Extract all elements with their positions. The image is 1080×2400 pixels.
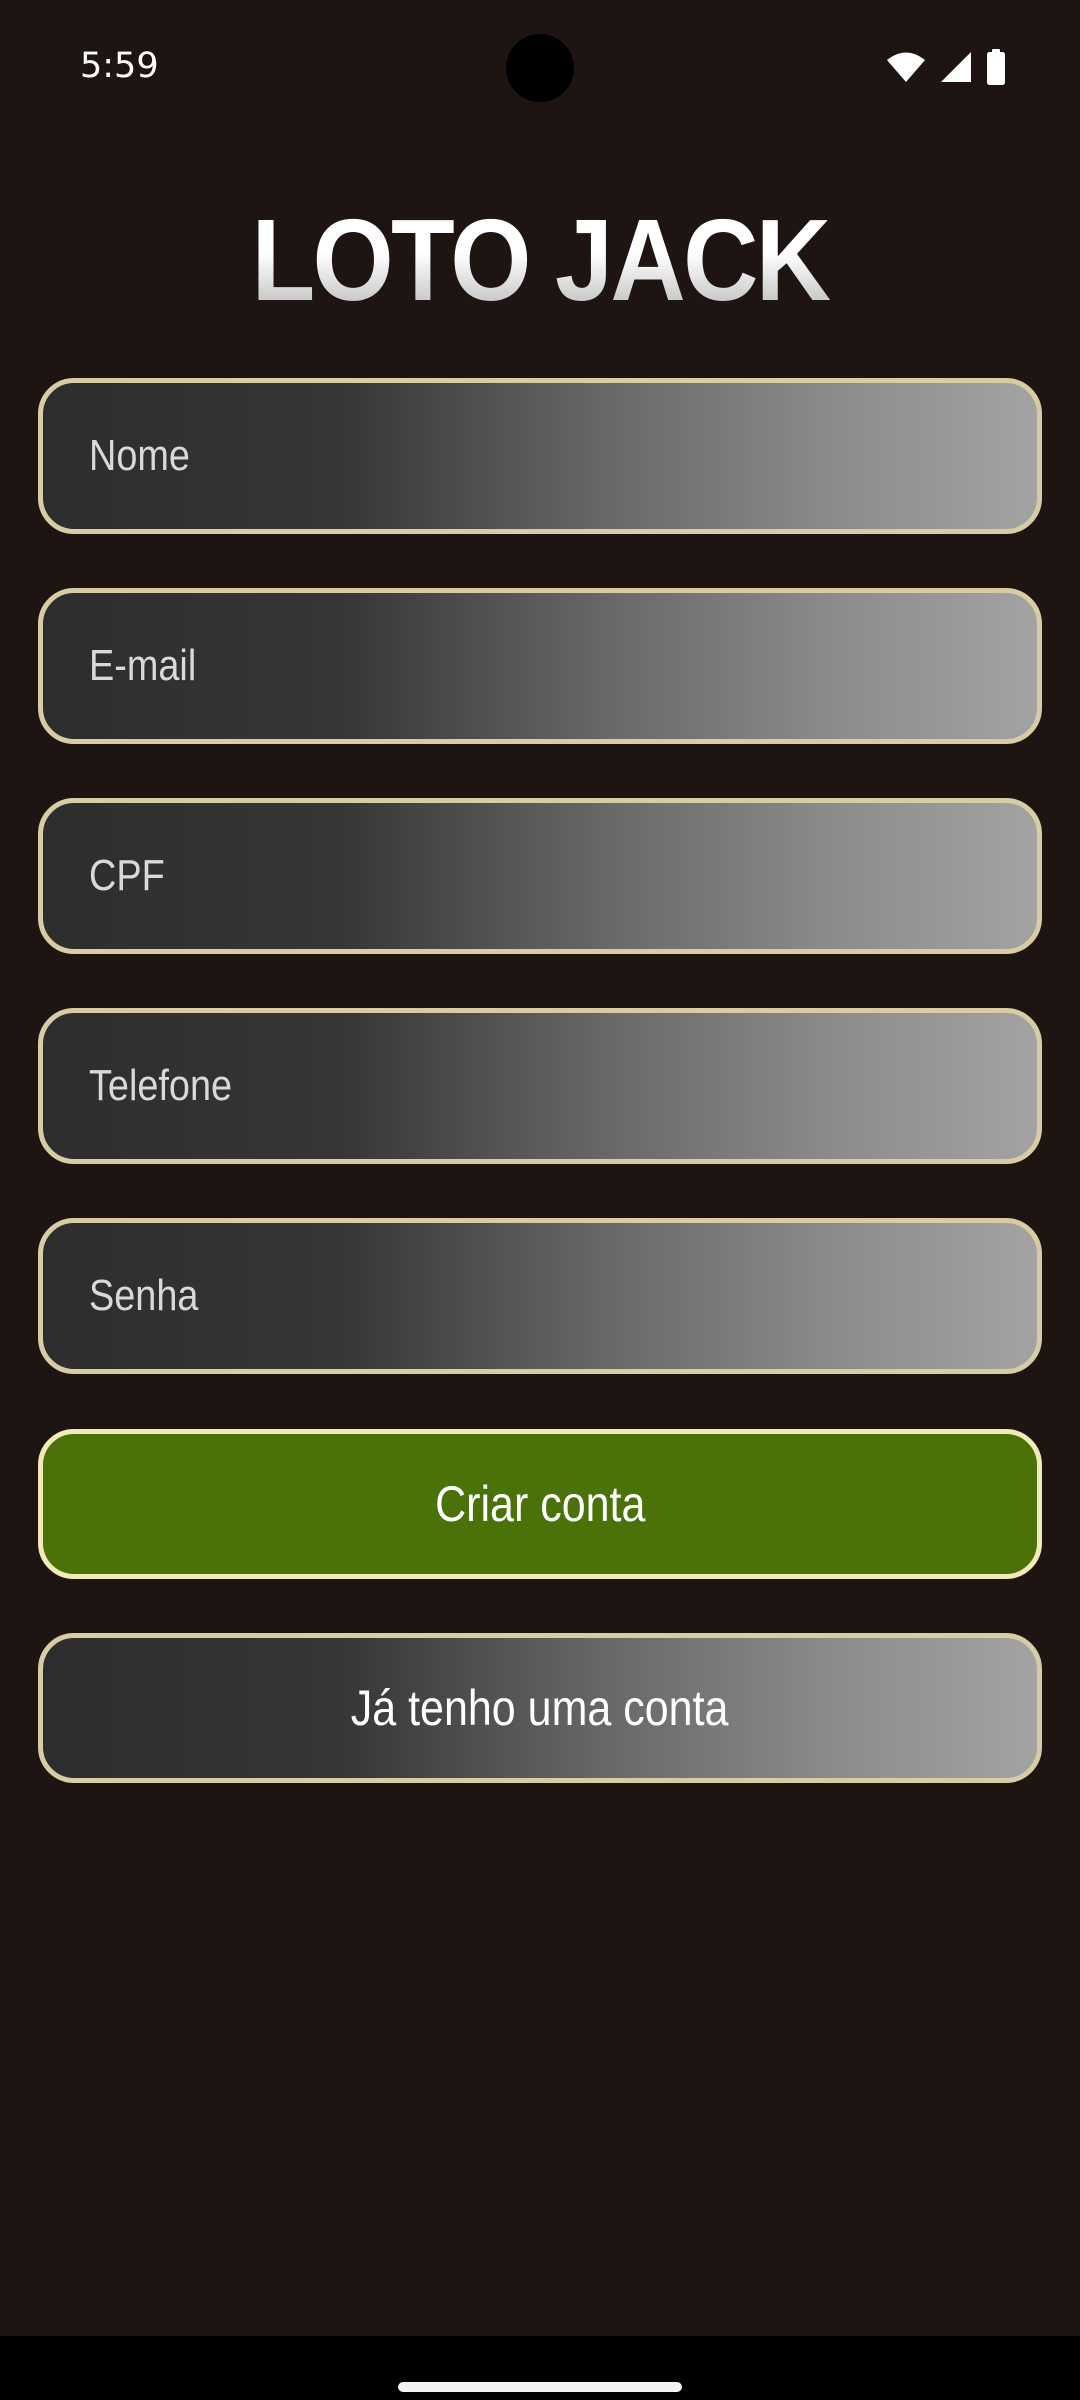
battery-icon	[986, 49, 1006, 85]
phone-field[interactable]: Telefone	[38, 1008, 1042, 1164]
name-field[interactable]: Nome	[38, 378, 1042, 534]
cpf-field[interactable]: CPF	[38, 798, 1042, 954]
have-account-button-label: Já tenho uma conta	[351, 1680, 729, 1736]
have-account-button[interactable]: Já tenho uma conta	[38, 1633, 1042, 1783]
home-indicator[interactable]	[398, 2382, 682, 2392]
email-field-placeholder: E-mail	[89, 641, 197, 690]
app-title: LOTO JACK	[54, 190, 1026, 330]
camera-cutout	[506, 34, 574, 102]
name-field-placeholder: Nome	[89, 431, 190, 480]
cellular-signal-icon	[940, 51, 972, 83]
status-bar: 5:59	[0, 0, 1080, 134]
password-field-placeholder: Senha	[89, 1271, 199, 1320]
password-field[interactable]: Senha	[38, 1218, 1042, 1374]
create-account-button-label: Criar conta	[434, 1476, 646, 1532]
status-icons	[886, 48, 1006, 86]
create-account-button[interactable]: Criar conta	[38, 1429, 1042, 1579]
phone-field-placeholder: Telefone	[89, 1061, 233, 1110]
email-field[interactable]: E-mail	[38, 588, 1042, 744]
wifi-icon	[886, 51, 926, 83]
cpf-field-placeholder: CPF	[89, 851, 165, 900]
status-time: 5:59	[80, 46, 159, 86]
